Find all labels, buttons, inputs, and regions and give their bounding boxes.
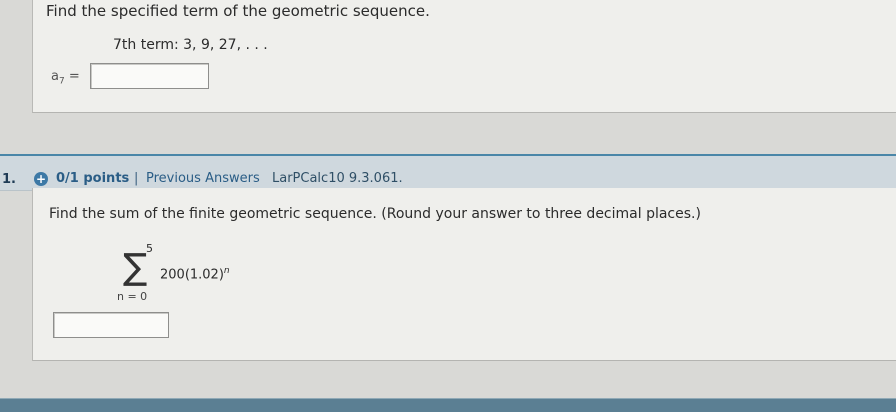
sum-term-base: 200(1.02): [160, 267, 224, 283]
answer-label-equals: =: [68, 69, 80, 84]
sum-term-exponent: n: [223, 266, 230, 276]
question-prompt: Find the specified term of the geometric…: [46, 2, 430, 20]
expand-icon[interactable]: +: [34, 172, 48, 186]
sum-question-prompt: Find the sum of the finite geometric seq…: [49, 206, 701, 222]
points-label: 0/1 points: [56, 171, 130, 186]
sigma-symbol: ∑: [123, 247, 148, 288]
sum-term: 200(1.02)n: [160, 266, 230, 282]
previous-answers-link[interactable]: Previous Answers: [146, 171, 260, 186]
question-panel-top: Find the specified term of the geometric…: [32, 0, 896, 113]
problem-code: LarPCalc10 9.3.061.: [272, 171, 403, 186]
sum-answer-input[interactable]: [53, 312, 169, 338]
question-header-bar: 1. + 0/1 points | Previous Answers LarPC…: [0, 154, 896, 191]
answer-label-subscript: 7: [58, 76, 65, 87]
next-question-bar: [0, 398, 896, 412]
a7-answer-input[interactable]: [90, 63, 209, 89]
term-description: 7th term: 3, 9, 27, . . .: [113, 37, 268, 53]
sum-lower-limit: n = 0: [117, 290, 148, 303]
question-number: 1.: [2, 172, 16, 187]
question-panel-bottom: Find the sum of the finite geometric seq…: [32, 188, 896, 361]
answer-label-var: a: [51, 69, 59, 84]
header-separator: |: [134, 171, 139, 186]
answer-label: a7 =: [51, 69, 80, 87]
